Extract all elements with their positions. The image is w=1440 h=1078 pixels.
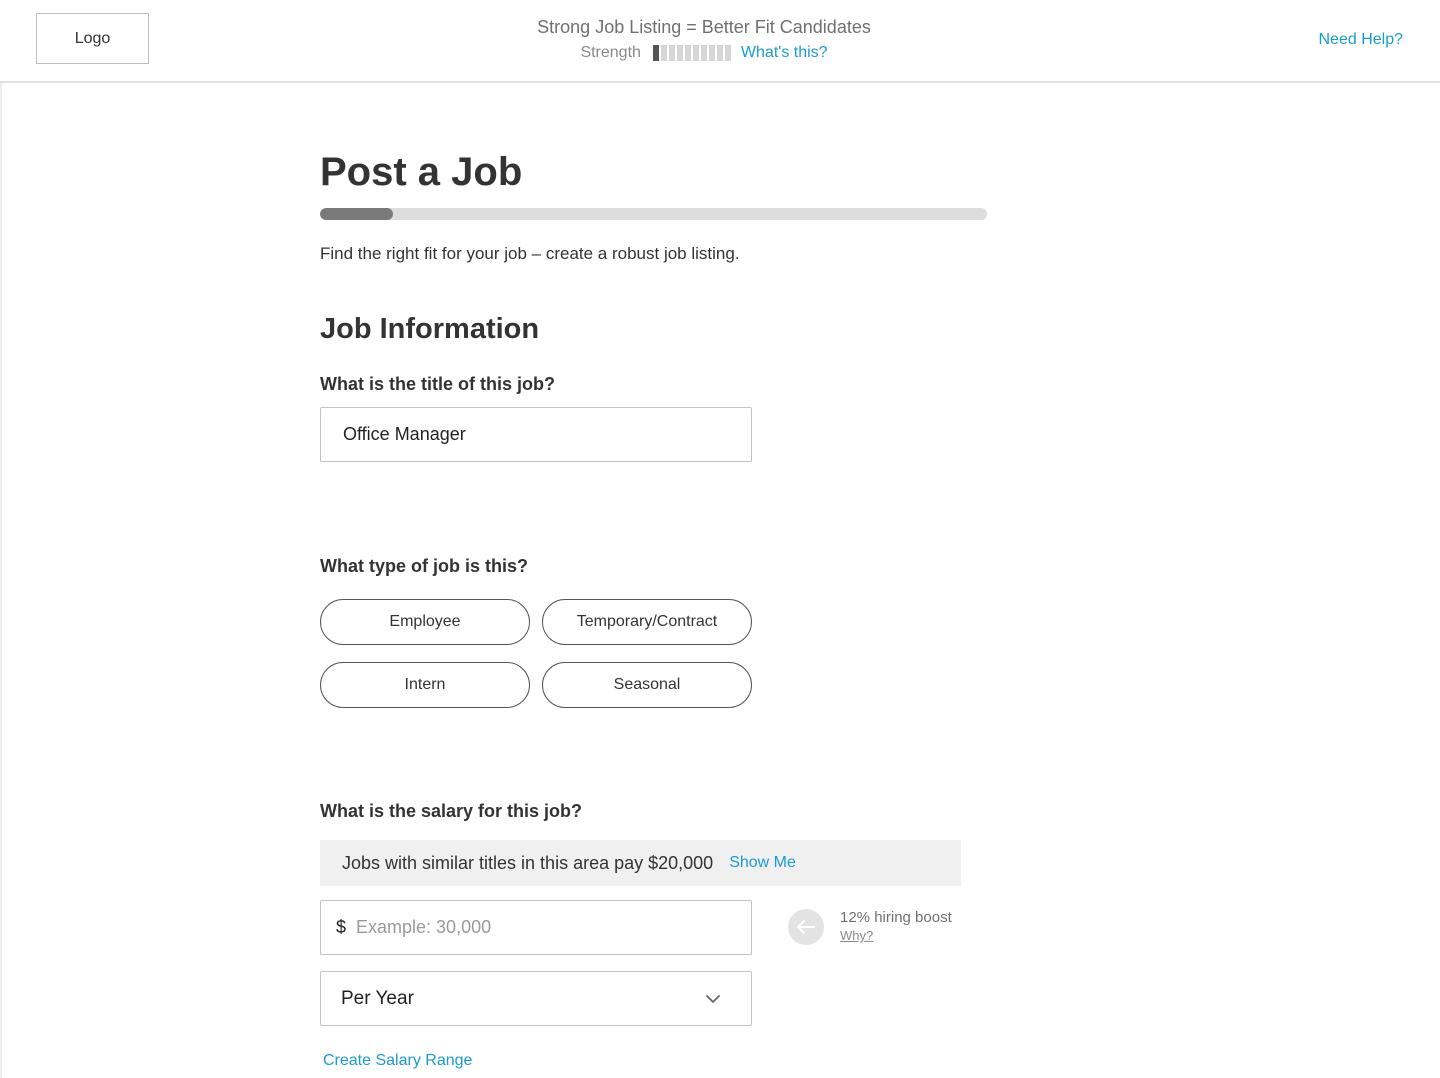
hiring-boost-text: 12% hiring boost xyxy=(840,909,952,926)
job-title-label: What is the title of this job? xyxy=(320,374,555,394)
strength-segment xyxy=(652,45,659,61)
job-type-label: What type of job is this? xyxy=(320,556,528,576)
job-title-input[interactable] xyxy=(320,407,752,462)
form-progress-bar xyxy=(320,208,987,220)
strength-segment xyxy=(668,45,675,61)
strength-label: Strength xyxy=(580,44,641,61)
strength-segment xyxy=(676,45,683,61)
job-type-intern-button[interactable]: Intern xyxy=(320,662,530,708)
whats-this-link[interactable]: What's this? xyxy=(741,43,828,63)
chevron-down-icon xyxy=(705,991,721,1007)
section-title-job-information: Job Information xyxy=(320,313,540,345)
strength-row: Strength What's this? xyxy=(420,43,988,63)
salary-hint-text: Jobs with similar titles in this area pa… xyxy=(342,852,714,873)
hiring-boost-why-link[interactable]: Why? xyxy=(840,928,873,943)
strength-meter xyxy=(652,45,731,61)
strength-segment xyxy=(692,45,699,61)
salary-hint-banner: Jobs with similar titles in this area pa… xyxy=(320,840,961,886)
listing-tagline: Strong Job Listing = Better Fit Candidat… xyxy=(537,17,871,37)
salary-amount-field[interactable]: $ xyxy=(320,900,752,955)
intro-text: Find the right fit for your job – create… xyxy=(320,244,740,263)
arrow-left-icon xyxy=(788,909,824,945)
strength-segment xyxy=(724,45,731,61)
salary-label: What is the salary for this job? xyxy=(320,801,583,821)
page-title: Post a Job xyxy=(320,150,523,194)
strength-segment xyxy=(716,45,723,61)
strength-segment xyxy=(660,45,667,61)
job-type-seasonal-button[interactable]: Seasonal xyxy=(542,662,752,708)
listing-strength-panel: Strong Job Listing = Better Fit Candidat… xyxy=(420,16,988,63)
job-type-employee-button[interactable]: Employee xyxy=(320,599,530,645)
logo[interactable]: Logo xyxy=(36,13,149,64)
strength-segment xyxy=(700,45,707,61)
page-divider xyxy=(0,83,2,1078)
strength-segment xyxy=(684,45,691,61)
show-me-link[interactable]: Show Me xyxy=(729,854,796,872)
strength-segment xyxy=(708,45,715,61)
hiring-boost-tip: 12% hiring boost Why? xyxy=(788,908,988,948)
pay-period-value: Per Year xyxy=(341,987,414,1009)
top-header: Logo Strong Job Listing = Better Fit Can… xyxy=(0,0,1440,83)
form-progress-fill xyxy=(320,208,394,220)
create-salary-range-link[interactable]: Create Salary Range xyxy=(323,1052,472,1070)
pay-period-select[interactable]: Per Year xyxy=(320,971,752,1026)
salary-amount-input[interactable] xyxy=(356,917,727,938)
job-type-temporary-contract-button[interactable]: Temporary/Contract xyxy=(542,599,752,645)
currency-symbol: $ xyxy=(336,917,347,937)
need-help-link[interactable]: Need Help? xyxy=(1319,31,1404,49)
